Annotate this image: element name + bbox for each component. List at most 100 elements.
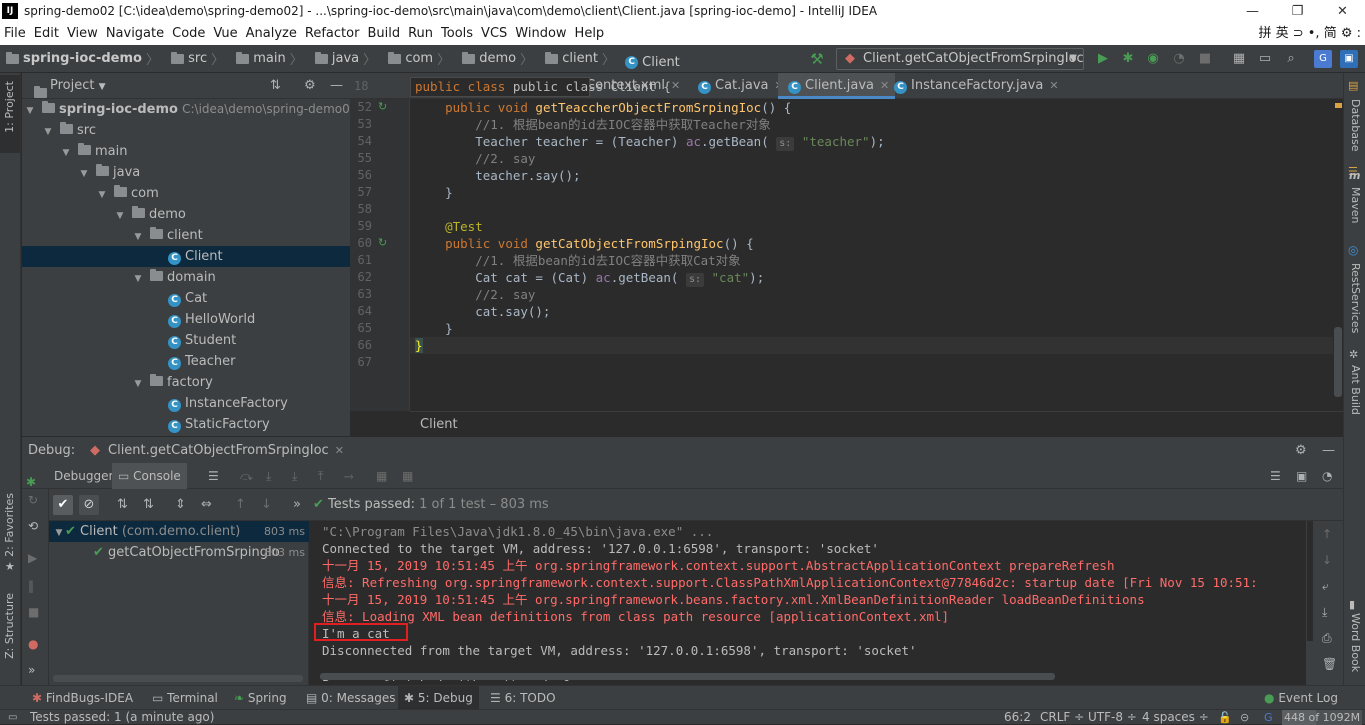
- tool-window-ant-build[interactable]: Ant Build: [1349, 365, 1362, 415]
- coverage-icon[interactable]: ◉: [1144, 50, 1162, 68]
- chevron-down-icon[interactable]: ▼: [132, 269, 144, 290]
- trash-icon[interactable]: 🗑: [1322, 657, 1337, 671]
- hide-icon[interactable]: —: [330, 73, 343, 99]
- tab-client-java[interactable]: C Client.java ✕: [778, 73, 896, 99]
- breadcrumb-client[interactable]: client: [539, 45, 598, 73]
- tool-window-database[interactable]: Database: [1349, 99, 1362, 152]
- menu-edit[interactable]: Edit: [30, 23, 63, 45]
- tool-findbugs[interactable]: ✱ FindBugs-IDEA: [26, 686, 139, 710]
- run-icon[interactable]: ▶: [1094, 50, 1112, 68]
- indent-setting[interactable]: 4 spaces ÷: [1142, 710, 1209, 725]
- tool-messages[interactable]: ▤ 0: Messages: [300, 686, 402, 710]
- show-passed-icon[interactable]: ✔: [53, 495, 73, 515]
- tool-debug[interactable]: ✱ 5: Debug: [398, 686, 479, 710]
- editor-breadcrumb[interactable]: Client: [410, 411, 1343, 436]
- print-icon[interactable]: ⎙: [1322, 631, 1332, 646]
- expand-all-icon[interactable]: ⇕: [175, 489, 186, 521]
- menu-icon[interactable]: ☰: [208, 463, 219, 489]
- tree-item-staticfactory[interactable]: C StaticFactory: [22, 414, 350, 435]
- breakpoints-icon[interactable]: ●: [28, 637, 38, 651]
- menu-vcs[interactable]: VCS: [477, 23, 511, 45]
- tree-root[interactable]: ▼ spring-ioc-demo C:\idea\demo\spring-dem…: [22, 99, 350, 120]
- tool-window-project[interactable]: 1: Project: [0, 75, 20, 153]
- tree-item-client[interactable]: C Client: [22, 246, 350, 267]
- menu-run[interactable]: Run: [404, 23, 437, 45]
- menu-refactor[interactable]: Refactor: [301, 23, 364, 45]
- tree-item-main[interactable]: ▼ main: [22, 141, 350, 162]
- sort-alpha-icon[interactable]: ⇅: [117, 489, 128, 521]
- caret-position[interactable]: 66:2: [1004, 710, 1031, 725]
- tool-window-word-book[interactable]: Word Book: [1349, 613, 1362, 672]
- down-icon[interactable]: ↓: [1322, 553, 1332, 567]
- menu-analyze[interactable]: Analyze: [242, 23, 301, 45]
- google-icon[interactable]: G: [1264, 710, 1273, 725]
- gear-icon[interactable]: ⚙: [304, 73, 316, 99]
- translate-icon[interactable]: G: [1314, 50, 1332, 68]
- tool-window-restservices[interactable]: RestServices: [1349, 263, 1362, 333]
- chevron-down-icon[interactable]: ▼: [78, 164, 90, 185]
- terminal-icon[interactable]: ▭: [1256, 50, 1274, 68]
- menu-view[interactable]: View: [63, 23, 102, 45]
- run-test-icon[interactable]: ↻: [378, 236, 387, 249]
- close-tab-icon[interactable]: ✕: [671, 79, 680, 92]
- project-structure-icon[interactable]: ▦: [1230, 50, 1248, 68]
- resume-program-icon[interactable]: ▶: [28, 551, 37, 565]
- breadcrumb-com[interactable]: com: [382, 45, 433, 73]
- search-icon[interactable]: ⌕: [1282, 50, 1300, 68]
- debug-session-tab[interactable]: Client.getCatObjectFromSrpingIoc ✕: [108, 437, 344, 464]
- tree-item-client[interactable]: ▼ client: [22, 225, 350, 246]
- test-case-row[interactable]: ✔ getCatObjectFromSrpingIo 803 ms: [49, 542, 309, 563]
- sort-duration-icon[interactable]: ⇅: [143, 489, 154, 521]
- tree-item-student[interactable]: C Student: [22, 330, 350, 351]
- speed-icon[interactable]: ◔: [1322, 463, 1332, 489]
- status-message[interactable]: Tests passed: 1 (a minute ago): [30, 710, 214, 725]
- menu-window[interactable]: Window: [511, 23, 570, 45]
- editor-scrollbar[interactable]: [1333, 99, 1343, 411]
- scrollbar-thumb[interactable]: [1334, 327, 1342, 397]
- breadcrumb-demo[interactable]: demo: [456, 45, 516, 73]
- tool-window-maven[interactable]: Maven: [1349, 187, 1362, 223]
- close-tab-icon[interactable]: ✕: [335, 444, 344, 457]
- run-test-icon[interactable]: ↻: [378, 100, 387, 113]
- project-view-select[interactable]: Project ▼: [50, 73, 106, 100]
- chevron-down-icon[interactable]: ▼: [42, 122, 54, 143]
- ime-toolbar[interactable]: 拼 英 ⊃ •, 简 ⚙ :: [1258, 23, 1361, 45]
- line-separator[interactable]: CRLF ÷: [1040, 710, 1084, 725]
- tool-window-structure[interactable]: Z: Structure: [3, 593, 16, 659]
- restore-layout-icon[interactable]: ☰: [1270, 463, 1281, 489]
- debug-icon[interactable]: ✱: [1119, 50, 1137, 68]
- tool-window-favorites[interactable]: 2: Favorites: [3, 493, 16, 557]
- pause-icon[interactable]: ‖: [28, 579, 34, 593]
- tab-cat-java[interactable]: CCat.java✕: [688, 73, 790, 99]
- layout-icon[interactable]: ▣: [1296, 463, 1307, 489]
- evaluate-icon[interactable]: ▦: [376, 463, 387, 489]
- next-icon[interactable]: ↓: [261, 489, 272, 521]
- tree-item-teacher[interactable]: C Teacher: [22, 351, 350, 372]
- chevron-down-icon[interactable]: ▼: [132, 227, 144, 248]
- menu-build[interactable]: Build: [363, 23, 404, 45]
- collapse-all-icon[interactable]: ⇅: [270, 73, 281, 99]
- tree-item-java[interactable]: ▼ java: [22, 162, 350, 183]
- tool-todo[interactable]: ☰ 6: TODO: [484, 686, 562, 710]
- step-over-icon[interactable]: ⤼: [240, 463, 253, 489]
- console-v-scrollbar[interactable]: [1307, 521, 1313, 641]
- tree-item-com[interactable]: ▼ com: [22, 183, 350, 204]
- stop-icon[interactable]: ■: [28, 605, 39, 619]
- tool-event-log[interactable]: ● Event Log: [1258, 686, 1344, 710]
- tool-spring[interactable]: ❧ Spring: [228, 686, 293, 710]
- resume-icon[interactable]: ⟲: [28, 519, 38, 533]
- previous-icon[interactable]: ↑: [235, 489, 246, 521]
- tool-terminal[interactable]: ▭ Terminal: [146, 686, 224, 710]
- tab-console[interactable]: ▭ Console: [112, 463, 187, 489]
- menu-navigate[interactable]: Navigate: [102, 23, 168, 45]
- tab-debugger[interactable]: Debugger: [48, 463, 119, 489]
- more-icon[interactable]: »: [28, 663, 35, 677]
- lock-icon[interactable]: 🔓: [1218, 710, 1232, 725]
- console-h-scrollbar[interactable]: [320, 673, 1055, 680]
- tree-item-cat[interactable]: C Cat: [22, 288, 350, 309]
- menu-tools[interactable]: Tools: [437, 23, 477, 45]
- stop-icon[interactable]: ■: [1196, 50, 1214, 68]
- build-hammer-icon[interactable]: ⚒: [808, 50, 826, 68]
- chevron-down-icon[interactable]: ▼: [132, 374, 144, 395]
- code-editor[interactable]: public void getTeaccherObjectFromSrpingI…: [410, 99, 1333, 411]
